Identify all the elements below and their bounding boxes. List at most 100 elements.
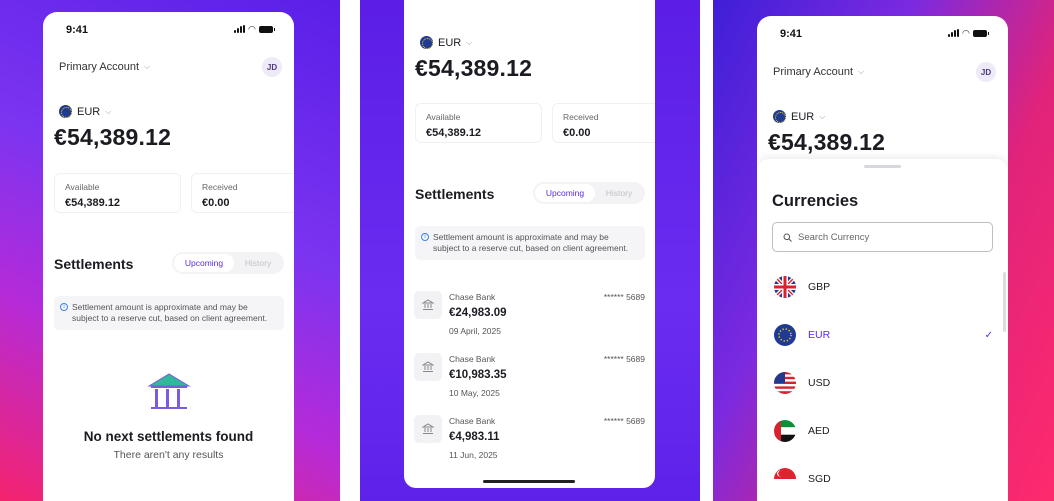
account-selector[interactable]: Primary Account ⌵ [59, 61, 150, 73]
eu-flag-icon [773, 110, 786, 123]
account-number: ****** 5689 [603, 292, 645, 302]
battery-icon [972, 29, 989, 37]
chevron-down-icon: ⌵ [105, 106, 112, 116]
currency-selector[interactable]: EUR ⌵ [59, 105, 111, 118]
tab-history[interactable]: History [595, 188, 643, 198]
currency-code: EUR [808, 329, 831, 341]
screen-upcoming-settlements: EUR ⌵ €54,389.12 Available €54,389.12 Re… [360, 0, 700, 501]
currency-code: GBP [808, 281, 831, 293]
avatar[interactable]: JD [976, 62, 996, 82]
bank-name: Chase Bank [449, 354, 496, 364]
scrollbar[interactable] [1003, 272, 1006, 332]
status-time: 9:41 [780, 28, 803, 40]
available-card: Available €54,389.12 [415, 103, 542, 143]
chevron-down-icon: ⌵ [144, 62, 151, 71]
empty-title: No next settlements found [83, 429, 254, 444]
currency-code: SGD [808, 473, 831, 485]
bank-name: Chase Bank [449, 416, 496, 426]
settlements-title: Settlements [54, 256, 134, 272]
signal-icon [234, 25, 245, 33]
currency-selector[interactable]: EUR ⌵ [773, 110, 825, 123]
settlement-notice: i Settlement amount is approximate and m… [415, 226, 645, 261]
notice-text: Settlement amount is approximate and may… [72, 302, 268, 324]
check-icon: ✓ [984, 329, 993, 341]
currency-item-usd[interactable]: USD [774, 369, 993, 397]
currency-item-gbp[interactable]: GBP [774, 273, 993, 301]
us-flag-icon [774, 372, 796, 394]
list-item[interactable]: Chase Bank €24,983.09 09 April, 2025 ***… [414, 289, 645, 347]
home-indicator[interactable] [483, 480, 575, 483]
eu-flag-icon [774, 324, 796, 346]
currency-item-eur[interactable]: EUR ✓ [774, 321, 993, 349]
settlement-date: 11 Jun, 2025 [449, 450, 498, 460]
settlement-amount: €24,983.09 [449, 307, 507, 319]
phone-frame: 9:41 ◠ Primary Account ⌵ JD EUR ⌵ €54,38… [757, 16, 1008, 501]
currencies-sheet: Currencies Search Currency GBP EUR ✓ USD… [757, 159, 1008, 501]
balance: €54,389.12 [415, 55, 533, 81]
list-item[interactable]: Chase Bank €4,983.11 11 Jun, 2025 ******… [414, 413, 645, 471]
tab-upcoming[interactable]: Upcoming [174, 254, 234, 272]
chevron-down-icon: ⌵ [819, 111, 826, 121]
currency-code: EUR [791, 110, 815, 123]
list-item[interactable]: Chase Bank €10,983.35 10 May, 2025 *****… [414, 351, 645, 409]
available-label: Available [65, 182, 100, 192]
currency-item-sgd[interactable]: SGD [774, 465, 993, 493]
info-icon: i [60, 303, 68, 311]
tab-history[interactable]: History [234, 258, 282, 268]
settlement-date: 10 May, 2025 [449, 388, 500, 398]
eu-flag-icon [420, 36, 433, 49]
bank-icon [414, 291, 442, 319]
search-placeholder: Search Currency [798, 231, 870, 243]
sheet-title: Currencies [772, 192, 859, 210]
received-value: €0.00 [202, 197, 230, 209]
account-selector[interactable]: Primary Account ⌵ [773, 66, 864, 78]
bank-icon [414, 353, 442, 381]
chevron-down-icon: ⌵ [858, 67, 865, 76]
settlements-tab-toggle: Upcoming History [533, 182, 645, 204]
settlement-amount: €10,983.35 [449, 369, 507, 381]
currency-item-aed[interactable]: AED [774, 417, 993, 445]
settlements-tab-toggle: Upcoming History [172, 252, 284, 274]
account-label: Primary Account [773, 66, 854, 78]
sg-flag-icon [774, 468, 796, 490]
balance: €54,389.12 [54, 124, 172, 150]
wifi-icon: ◠ [248, 24, 256, 34]
received-card: Received €0.00 [191, 173, 294, 213]
received-label: Received [563, 112, 599, 122]
settlement-amount: €4,983.11 [449, 431, 500, 443]
search-input[interactable]: Search Currency [772, 222, 993, 252]
settlement-date: 09 April, 2025 [449, 326, 501, 336]
available-value: €54,389.12 [65, 197, 121, 209]
settlement-notice: i Settlement amount is approximate and m… [54, 296, 284, 331]
currency-code: EUR [77, 105, 101, 118]
phone-frame: 9:41 ◠ Primary Account ⌵ JD EUR ⌵ €54,38… [43, 12, 294, 501]
avatar[interactable]: JD [262, 57, 282, 77]
currency-selector[interactable]: EUR ⌵ [420, 36, 472, 49]
available-value: €54,389.12 [426, 127, 482, 139]
available-card: Available €54,389.12 [54, 173, 181, 213]
battery-icon [258, 25, 275, 33]
screen-currencies-sheet: 9:41 ◠ Primary Account ⌵ JD EUR ⌵ €54,38… [713, 0, 1054, 501]
bank-empty-icon [147, 373, 191, 409]
signal-icon [948, 29, 959, 37]
status-icons: ◠ [234, 24, 275, 34]
account-number: ****** 5689 [603, 354, 645, 364]
bank-icon [414, 415, 442, 443]
tab-upcoming[interactable]: Upcoming [535, 184, 595, 202]
available-label: Available [426, 112, 461, 122]
empty-subtitle: There aren't any results [113, 449, 224, 461]
balance: €54,389.12 [768, 129, 886, 155]
settlements-title: Settlements [415, 186, 495, 202]
status-time: 9:41 [66, 24, 89, 36]
sheet-grabber[interactable] [864, 165, 901, 168]
wifi-icon: ◠ [962, 28, 970, 38]
received-value: €0.00 [563, 127, 591, 139]
status-icons: ◠ [948, 28, 989, 38]
uk-flag-icon [774, 276, 796, 298]
received-card: Received €0.00 [552, 103, 655, 143]
currency-code: USD [808, 377, 831, 389]
eu-flag-icon [59, 105, 72, 118]
currency-code: EUR [438, 36, 462, 49]
screen-empty-settlements: 9:41 ◠ Primary Account ⌵ JD EUR ⌵ €54,38… [0, 0, 340, 501]
received-label: Received [202, 182, 238, 192]
